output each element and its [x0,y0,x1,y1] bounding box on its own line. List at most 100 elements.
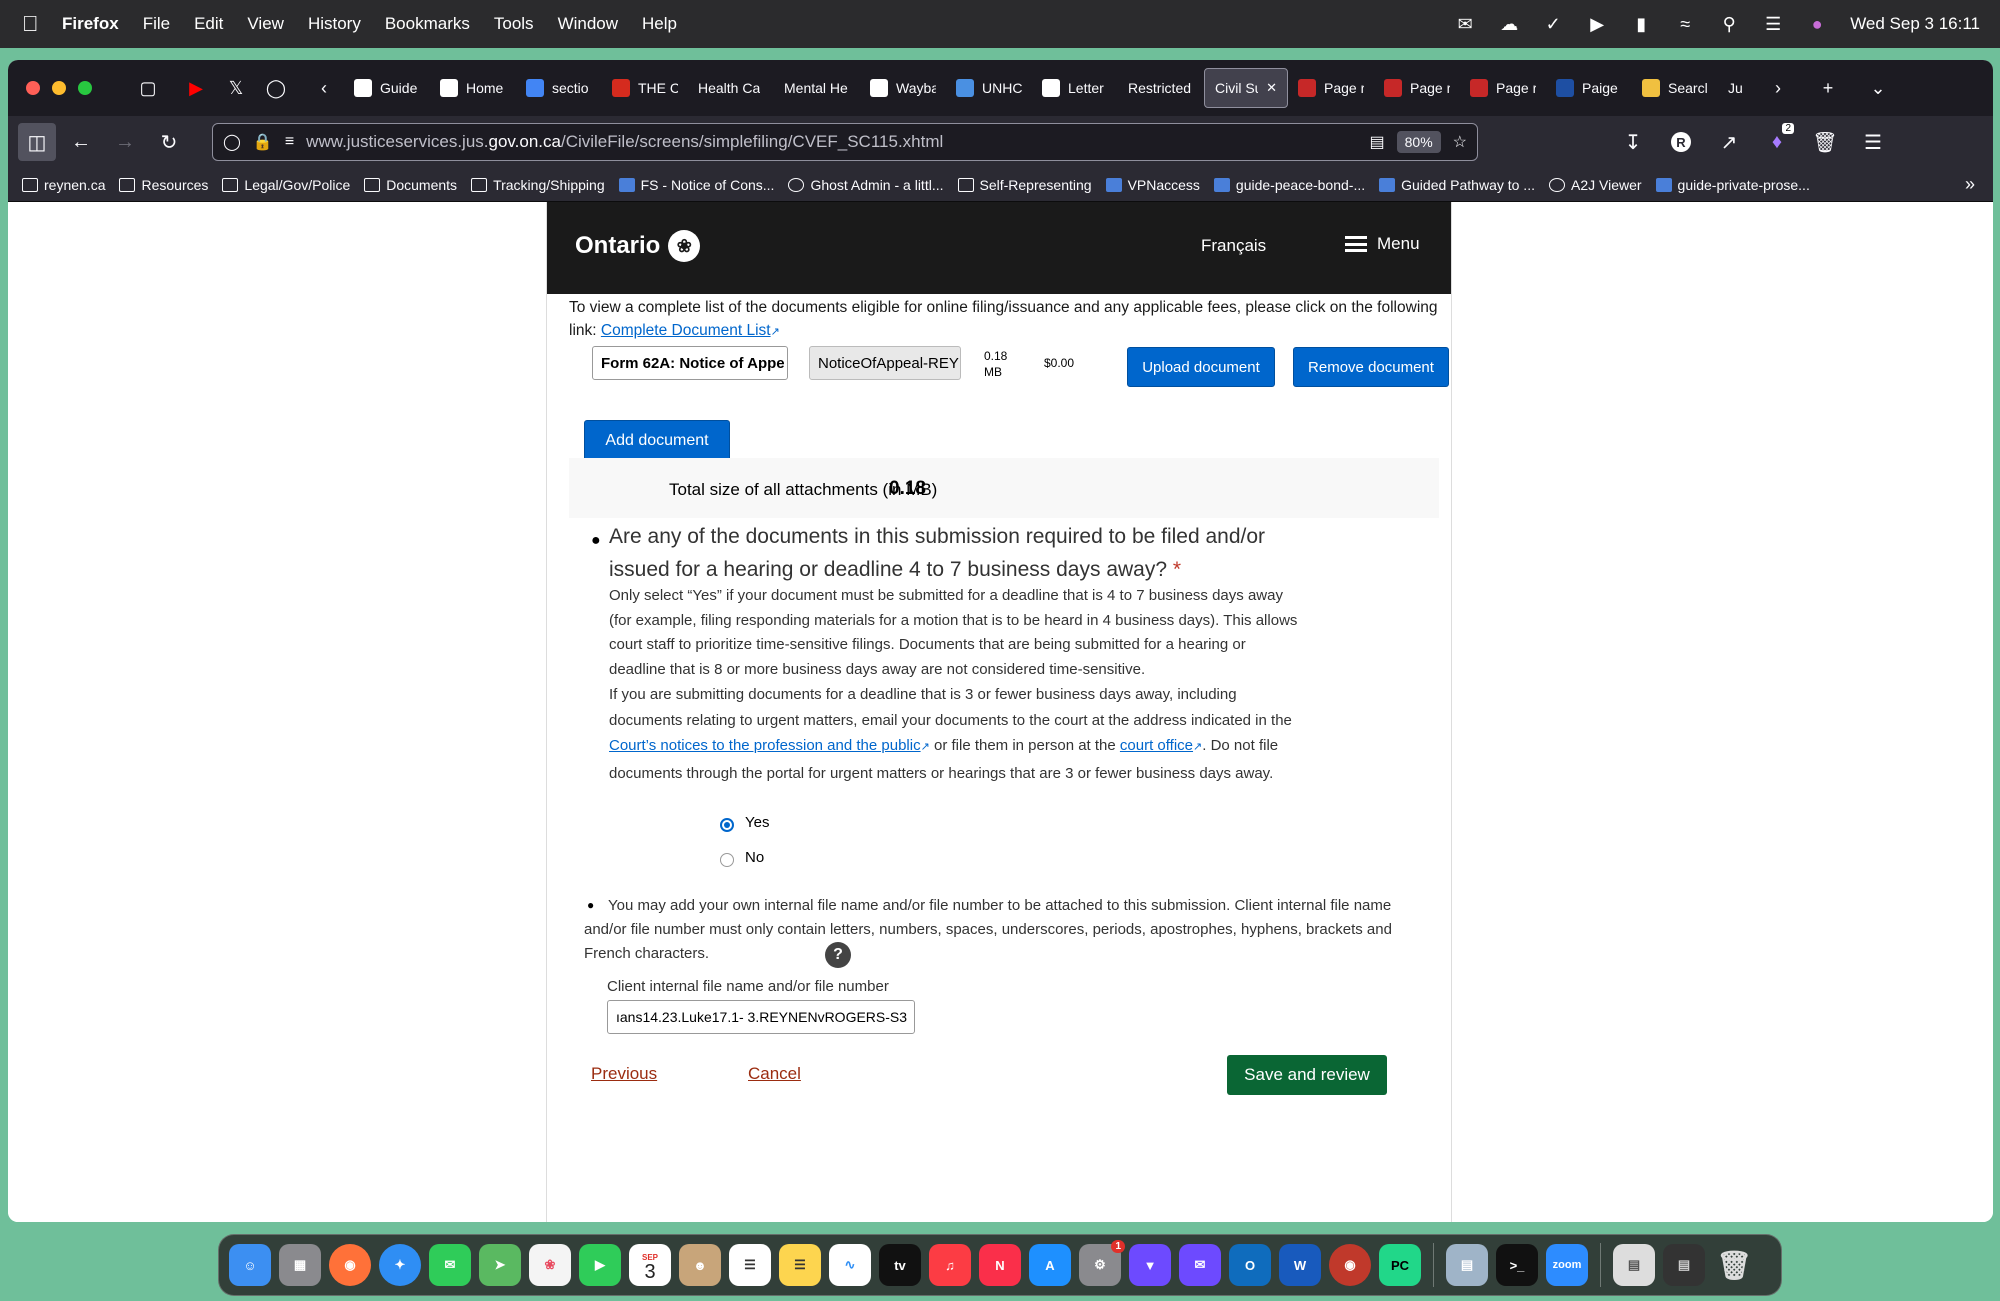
finder-icon[interactable]: ☺ [229,1244,271,1286]
play-icon[interactable]: ▶ [1586,13,1608,35]
court-notices-link[interactable]: Court’s notices to the profession and th… [609,737,921,754]
bookmark-item[interactable]: guide-private-prose... [1655,177,1810,193]
word-icon[interactable]: W [1279,1244,1321,1286]
pinned-tab-x[interactable]: 𝕏 [216,68,256,108]
remove-document-button[interactable]: Remove document [1293,347,1449,387]
bookmark-item[interactable]: A2J Viewer [1548,177,1642,193]
calendar-icon[interactable]: SEP 3 [629,1244,671,1286]
lock-icon[interactable]: 🔒 [253,132,273,152]
screenshots-stack-icon[interactable]: ▤ [1663,1244,1705,1286]
menu-bookmarks[interactable]: Bookmarks [385,14,470,34]
tab-2[interactable]: sectio [516,68,602,108]
zoom-window-button[interactable] [78,81,92,95]
forward-icon[interactable]: → [106,123,144,161]
upload-document-button[interactable]: Upload document [1127,347,1275,387]
tab-8[interactable]: Letter [1032,68,1118,108]
firefox-icon[interactable]: ◉ [329,1244,371,1286]
firefox-view-icon[interactable]: ▢ [128,68,168,108]
reload-icon[interactable]: ↻ [150,123,188,161]
tab-9[interactable]: Restricted [1118,68,1204,108]
proton-mail-icon[interactable]: ✉ [1179,1244,1221,1286]
safari-icon[interactable]: ✦ [379,1244,421,1286]
facetime-icon[interactable]: ▶ [579,1244,621,1286]
photos-icon[interactable]: ❀ [529,1244,571,1286]
radio-no-label[interactable]: No [745,849,764,866]
bookmark-item[interactable]: Tracking/Shipping [471,177,605,193]
help-icon[interactable]: ? [825,942,851,968]
radio-no[interactable] [720,853,734,867]
bookmark-item[interactable]: Guided Pathway to ... [1379,177,1535,193]
trash-can-icon[interactable]: 🗑 [1713,1244,1755,1286]
scroll-tabs-left-icon[interactable]: ‹ [304,68,344,108]
apple-tv-icon[interactable]: tv [879,1244,921,1286]
menu-edit[interactable]: Edit [194,14,223,34]
messages-icon[interactable]: ✉ [429,1244,471,1286]
menu-help[interactable]: Help [642,14,677,34]
court-office-link[interactable]: court office [1120,737,1193,754]
tab-5[interactable]: Mental He [774,68,860,108]
tab-15[interactable]: Searcl [1632,68,1718,108]
bookmark-item[interactable]: Self-Representing [957,177,1092,193]
pinned-tab-threads[interactable]: ◯ [256,68,296,108]
bookmark-item[interactable]: guide-peace-bond-... [1213,177,1365,193]
extensions-icon[interactable]: ♦ 2 [1758,123,1796,161]
sidebar-toggle-icon[interactable]: ◫ [18,123,56,161]
minimize-window-button[interactable] [52,81,66,95]
documents-stack-icon[interactable]: ▤ [1613,1244,1655,1286]
url-text[interactable]: www.justiceservices.jus.gov.on.ca/Civile… [306,132,1357,152]
previous-link[interactable]: Previous [591,1064,657,1084]
close-window-button[interactable] [26,81,40,95]
notes-icon[interactable]: ☰ [779,1244,821,1286]
app-menu-icon[interactable]: ☰ [1854,123,1892,161]
account-avatar-icon[interactable]: R [1662,123,1700,161]
francais-link[interactable]: Français [1201,236,1266,256]
menu-tools[interactable]: Tools [494,14,534,34]
reader-view-icon[interactable]: ▤ [1370,132,1385,152]
vpn-status-icon[interactable]: ✓ [1542,13,1564,35]
system-settings-icon[interactable]: ⚙ 1 [1079,1240,1125,1286]
menu-app-firefox[interactable]: Firefox [62,14,119,34]
more-bookmarks-icon[interactable]: » [1965,174,1975,195]
share-icon[interactable]: ↗ [1710,123,1748,161]
tab-10[interactable]: Civil Su ✕ [1204,68,1288,108]
downloads-icon[interactable]: ↧ [1614,123,1652,161]
radio-yes[interactable] [720,818,734,832]
permissions-icon[interactable]: ≡ [285,133,294,151]
wifi-icon[interactable]: ≈ [1674,13,1696,35]
preview-icon[interactable]: ▤ [1446,1244,1488,1286]
radio-yes-label[interactable]: Yes [745,814,769,831]
zoom-level-badge[interactable]: 80% [1396,131,1441,153]
menu-file[interactable]: File [143,14,170,34]
tab-0[interactable]: Guide [344,68,430,108]
menu-window[interactable]: Window [558,14,618,34]
bookmark-item[interactable]: VPNaccess [1105,177,1200,193]
owl-app-icon[interactable]: ◉ [1329,1244,1371,1286]
back-icon[interactable]: ← [62,123,100,161]
complete-document-list-link[interactable]: Complete Document List [601,322,771,339]
app-store-icon[interactable]: A [1029,1244,1071,1286]
outlook-status-icon[interactable]: ✉ [1454,13,1476,35]
bookmark-item[interactable]: Resources [119,177,208,193]
bookmark-item[interactable]: Legal/Gov/Police [222,177,350,193]
outlook-icon[interactable]: O [1229,1244,1271,1286]
tab-14[interactable]: Paige [1546,68,1632,108]
scroll-tabs-right-icon[interactable]: › [1758,68,1798,108]
music-icon[interactable]: ♫ [929,1244,971,1286]
tab-4[interactable]: Health Ca [688,68,774,108]
tab-6[interactable]: Wayba [860,68,946,108]
maps-icon[interactable]: ➤ [479,1244,521,1286]
battery-icon[interactable]: ▮ [1630,13,1652,35]
terminal-icon[interactable]: >_ [1496,1244,1538,1286]
ontario-logo[interactable]: Ontario ❀ [575,230,701,262]
apple-icon[interactable]:  [22,11,62,37]
bookmark-item[interactable]: Documents [364,177,457,193]
launchpad-icon[interactable]: ▦ [279,1244,321,1286]
tab-1[interactable]: Home [430,68,516,108]
cancel-link[interactable]: Cancel [748,1064,801,1084]
document-type-field[interactable]: Form 62A: Notice of Appe [592,346,788,380]
pinned-tab-youtube[interactable]: ▶ [176,68,216,108]
tab-16[interactable]: Ju [1718,68,1758,108]
tracking-shield-icon[interactable]: ◯ [223,132,241,152]
control-center-icon[interactable]: ☰ [1762,13,1784,35]
menu-bar-clock[interactable]: Wed Sep 3 16:11 [1850,14,1980,34]
